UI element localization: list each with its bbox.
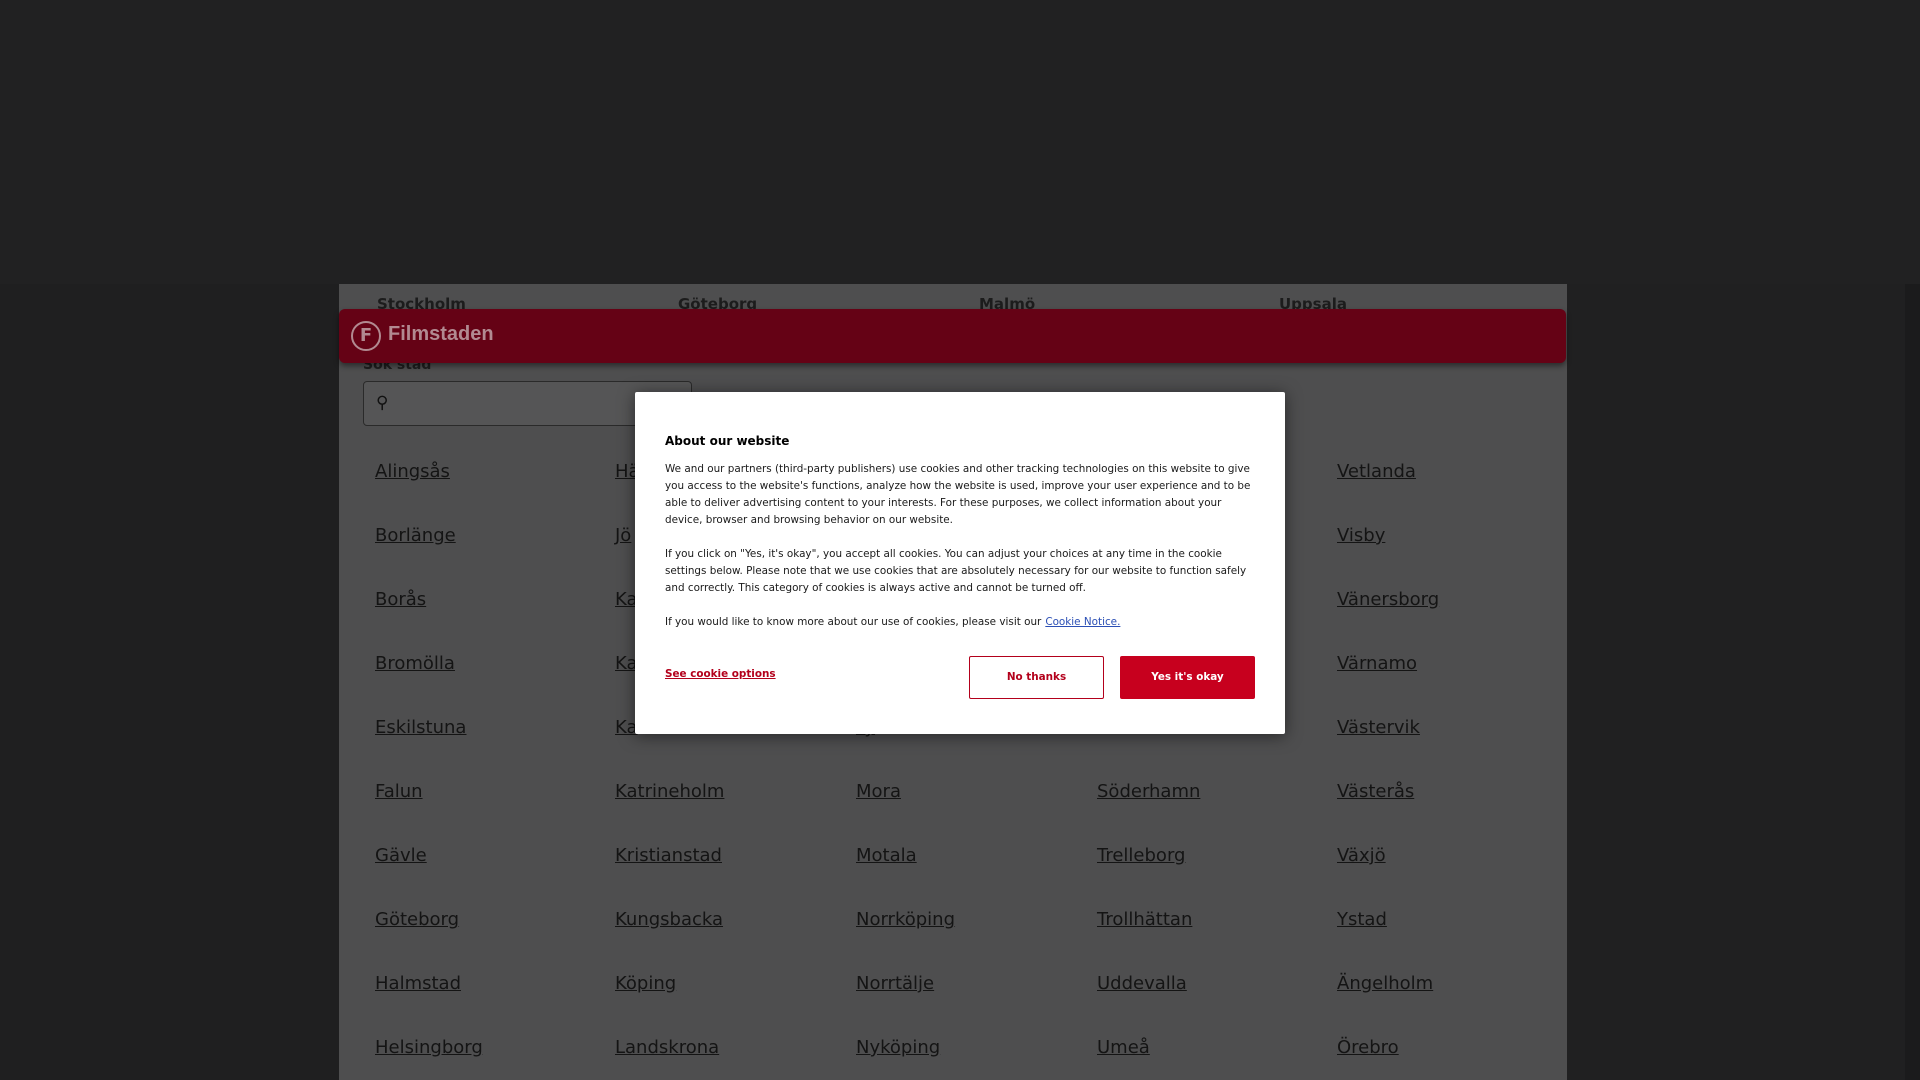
city-link[interactable]: Köping [615, 973, 676, 994]
city-link[interactable]: Landskrona [615, 1037, 719, 1058]
scrollbar[interactable] [1905, 284, 1920, 1080]
brand-name[interactable]: Filmstaden [388, 323, 494, 346]
accept-cookies-button[interactable]: Yes it's okay [1120, 656, 1255, 699]
page-backdrop-right [1567, 284, 1905, 1080]
city-link[interactable]: Örebro [1337, 1037, 1399, 1058]
dialog-paragraph-1: We and our partners (third-party publish… [665, 463, 1251, 526]
dialog-paragraph-3-text: If you would like to know more about our… [665, 616, 1042, 628]
city-link[interactable]: Jö [615, 525, 631, 546]
city-link[interactable]: Borlänge [375, 525, 456, 546]
city-link[interactable]: Kristianstad [615, 845, 722, 866]
city-link[interactable]: Bromölla [375, 653, 455, 674]
cookie-notice-link[interactable]: Cookie Notice. [1045, 616, 1120, 628]
city-link[interactable]: Mora [856, 781, 901, 802]
city-link[interactable]: Umeå [1097, 1037, 1150, 1058]
site-header: F Filmstaden [339, 309, 1566, 363]
city-link[interactable]: Göteborg [375, 909, 459, 930]
city-link[interactable]: Alingsås [375, 461, 450, 482]
city-link[interactable]: Växjö [1337, 845, 1386, 866]
city-link[interactable]: Uddevalla [1097, 973, 1187, 994]
city-link[interactable]: Halmstad [375, 973, 461, 994]
city-link[interactable]: Vetlanda [1337, 461, 1416, 482]
city-link[interactable]: Trollhättan [1097, 909, 1192, 930]
city-link[interactable]: Västerås [1337, 781, 1414, 802]
city-link[interactable]: Söderhamn [1097, 781, 1200, 802]
filmstaden-logo-icon[interactable]: F [351, 321, 381, 351]
city-link[interactable]: Norrtälje [856, 973, 934, 994]
search-icon: ⚲ [376, 393, 389, 413]
city-link[interactable]: Katrineholm [615, 781, 724, 802]
cookie-consent-dialog: About our website We and our partners (t… [635, 392, 1285, 734]
dialog-title: About our website [665, 434, 790, 448]
see-cookie-options-link[interactable]: See cookie options [665, 668, 776, 680]
city-link[interactable]: Trelleborg [1097, 845, 1185, 866]
city-link[interactable]: Borås [375, 589, 426, 610]
dialog-paragraph-2: If you click on "Yes, it's okay", you ac… [665, 548, 1247, 594]
city-link[interactable]: Helsingborg [375, 1037, 483, 1058]
city-link[interactable]: Gävle [375, 845, 427, 866]
city-link[interactable]: Ängelholm [1337, 973, 1433, 994]
city-link[interactable]: Ystad [1337, 909, 1387, 930]
city-link[interactable]: Motala [856, 845, 917, 866]
city-link[interactable]: Falun [375, 781, 423, 802]
city-link[interactable]: Vänersborg [1337, 589, 1439, 610]
city-link[interactable]: Kungsbacka [615, 909, 723, 930]
dialog-paragraph-3: If you would like to know more about our… [665, 614, 1255, 631]
city-link[interactable]: Norrköping [856, 909, 955, 930]
city-link[interactable]: Värnamo [1337, 653, 1417, 674]
city-link[interactable]: Eskilstuna [375, 717, 466, 738]
city-link[interactable]: Västervik [1337, 717, 1420, 738]
no-thanks-button[interactable]: No thanks [969, 656, 1104, 699]
city-link[interactable]: Nyköping [856, 1037, 940, 1058]
city-link[interactable]: Visby [1337, 525, 1385, 546]
top-backdrop [0, 0, 1920, 284]
